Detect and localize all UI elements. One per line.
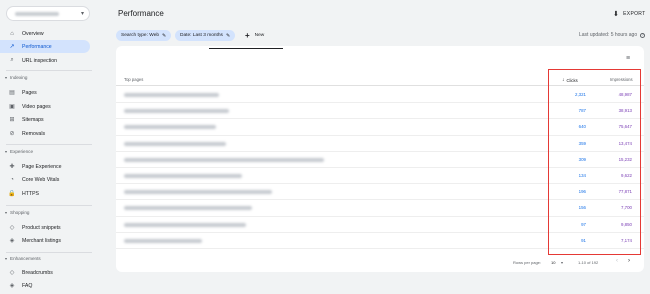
metrics-highlight-box xyxy=(548,69,641,255)
section-experience[interactable]: ▾ Experience xyxy=(5,149,33,154)
edit-icon: ✎ xyxy=(225,32,231,39)
section-enhancements[interactable]: ▾ Enhancements xyxy=(5,256,41,261)
new-filter-button[interactable]: + New xyxy=(245,30,264,41)
new-label: New xyxy=(254,33,265,38)
export-label: EXPORT xyxy=(623,11,646,17)
sidebar-item-label: Breadcrumbs xyxy=(22,269,53,276)
date-filter-chip[interactable]: Date: Last 3 months ✎ xyxy=(175,30,236,41)
trend-icon: ↗ xyxy=(9,44,15,50)
property-name-redacted xyxy=(15,11,59,16)
property-selector[interactable]: ▾ xyxy=(6,6,90,21)
chevron-down-icon[interactable]: ▾ xyxy=(561,260,563,265)
page-url-redacted[interactable] xyxy=(124,173,242,178)
sidebar-item-pages[interactable]: ▤ Pages xyxy=(0,86,90,99)
sidebar-item-breadcrumbs[interactable]: ◇ Breadcrumbs xyxy=(0,266,90,279)
video-icon: ▣ xyxy=(9,104,15,110)
sidebar: ▾ ⌂ Overview ↗ Performance ⌕ URL inspect… xyxy=(0,0,103,294)
sidebar-item-video-pages[interactable]: ▣ Video pages xyxy=(0,100,90,113)
removals-icon: ⊘ xyxy=(9,131,15,137)
active-tab-indicator xyxy=(209,48,283,49)
sitemap-icon: ⊞ xyxy=(9,117,15,123)
sidebar-item-merchant-listings[interactable]: ◈ Merchant listings xyxy=(0,234,90,247)
sidebar-item-removals[interactable]: ⊘ Removals xyxy=(0,127,90,140)
page-url-redacted[interactable] xyxy=(124,190,272,195)
sidebar-item-overview[interactable]: ⌂ Overview xyxy=(0,27,90,40)
page-range: 1-10 of 192 xyxy=(578,260,599,265)
diamond-icon: ◈ xyxy=(9,283,15,289)
sidebar-item-label: Removals xyxy=(22,130,46,137)
diamond-icon: ◈ xyxy=(9,238,15,244)
page-url-redacted[interactable] xyxy=(124,222,246,227)
page-url-redacted[interactable] xyxy=(124,125,216,130)
previous-page-icon[interactable]: ‹ xyxy=(616,258,618,264)
sidebar-item-label: Performance xyxy=(22,43,52,50)
sidebar-item-performance[interactable]: ↗ Performance xyxy=(0,40,90,53)
pagination: Rows per page: 10 ▾ 1-10 of 192 ‹ › xyxy=(116,257,644,269)
rows-per-page-label: Rows per page: xyxy=(513,260,542,265)
page-experience-icon: ✚ xyxy=(9,164,15,170)
sidebar-item-faq[interactable]: ◈ FAQ xyxy=(0,279,90,292)
rows-per-page-select[interactable]: 10 xyxy=(551,260,555,265)
chip-label: Date: Last 3 months xyxy=(180,33,223,38)
sidebar-item-label: Overview xyxy=(22,30,44,37)
sidebar-item-label: Core Web Vitals xyxy=(22,176,60,183)
collapse-icon: ▾ xyxy=(5,149,8,154)
page-title: Performance xyxy=(118,9,164,18)
sidebar-item-label: URL inspection xyxy=(22,57,57,64)
section-indexing[interactable]: ▾ Indexing xyxy=(5,75,27,80)
home-icon: ⌂ xyxy=(10,30,14,37)
sidebar-item-label: HTTPS xyxy=(22,190,40,197)
sidebar-item-product-snippets[interactable]: ◇ Product snippets xyxy=(0,221,90,234)
next-page-icon[interactable]: › xyxy=(628,258,630,264)
search-type-filter-chip[interactable]: Search type: Web ✎ xyxy=(116,30,172,41)
diamond-icon: ◇ xyxy=(9,225,15,231)
sidebar-item-page-experience[interactable]: ✚ Page Experience xyxy=(0,160,90,173)
page-url-redacted[interactable] xyxy=(124,206,252,211)
sidebar-item-label: Merchant listings xyxy=(22,237,61,244)
page-url-redacted[interactable] xyxy=(124,141,226,146)
diamond-icon: ◇ xyxy=(9,270,15,276)
search-icon: ⌕ xyxy=(10,57,14,63)
sidebar-item-core-web-vitals[interactable]: ◔ Core Web Vitals xyxy=(0,173,90,186)
plus-icon: + xyxy=(245,31,250,40)
divider xyxy=(6,205,92,206)
sidebar-item-url-inspection[interactable]: ⌕ URL inspection xyxy=(0,54,90,67)
sidebar-item-sitemaps[interactable]: ⊞ Sitemaps xyxy=(0,113,90,126)
lock-icon: 🔒 xyxy=(8,191,16,197)
sidebar-item-label: FAQ xyxy=(22,282,33,289)
divider xyxy=(6,144,92,145)
chip-label: Search type: Web xyxy=(121,33,160,38)
export-button[interactable]: ⬇ EXPORT xyxy=(613,10,645,18)
edit-icon: ✎ xyxy=(162,32,167,39)
pages-icon: ▤ xyxy=(9,90,15,96)
collapse-icon: ▾ xyxy=(5,256,8,261)
page-url-redacted[interactable] xyxy=(124,157,324,162)
sidebar-item-https[interactable]: 🔒 HTTPS xyxy=(0,187,90,200)
filter-rows-icon[interactable]: ≡ xyxy=(626,55,630,62)
page-url-redacted[interactable] xyxy=(124,93,219,97)
last-updated: Last updated: 5 hours ago ? xyxy=(579,32,646,38)
gauge-icon: ◔ xyxy=(10,176,14,183)
help-icon[interactable]: ? xyxy=(640,32,646,38)
column-header-top-pages[interactable]: Top pages xyxy=(124,77,143,82)
page-url-redacted[interactable] xyxy=(124,109,229,114)
divider xyxy=(6,70,92,71)
results-table-card: ≡ Top pages ↓ Clicks Impressions 2,321 48… xyxy=(116,46,644,272)
download-icon: ⬇ xyxy=(613,11,620,18)
collapse-icon: ▾ xyxy=(5,210,8,215)
sidebar-item-label: Video pages xyxy=(22,103,51,110)
page-url-redacted[interactable] xyxy=(124,238,202,243)
section-shopping[interactable]: ▾ Shopping xyxy=(5,210,29,215)
chevron-down-icon[interactable]: ▾ xyxy=(81,10,84,17)
sidebar-item-label: Pages xyxy=(22,89,37,96)
sidebar-item-label: Product snippets xyxy=(22,224,61,231)
collapse-icon: ▾ xyxy=(5,75,8,80)
sidebar-item-label: Page Experience xyxy=(22,163,62,170)
sidebar-item-label: Sitemaps xyxy=(22,116,44,123)
divider xyxy=(6,252,92,253)
